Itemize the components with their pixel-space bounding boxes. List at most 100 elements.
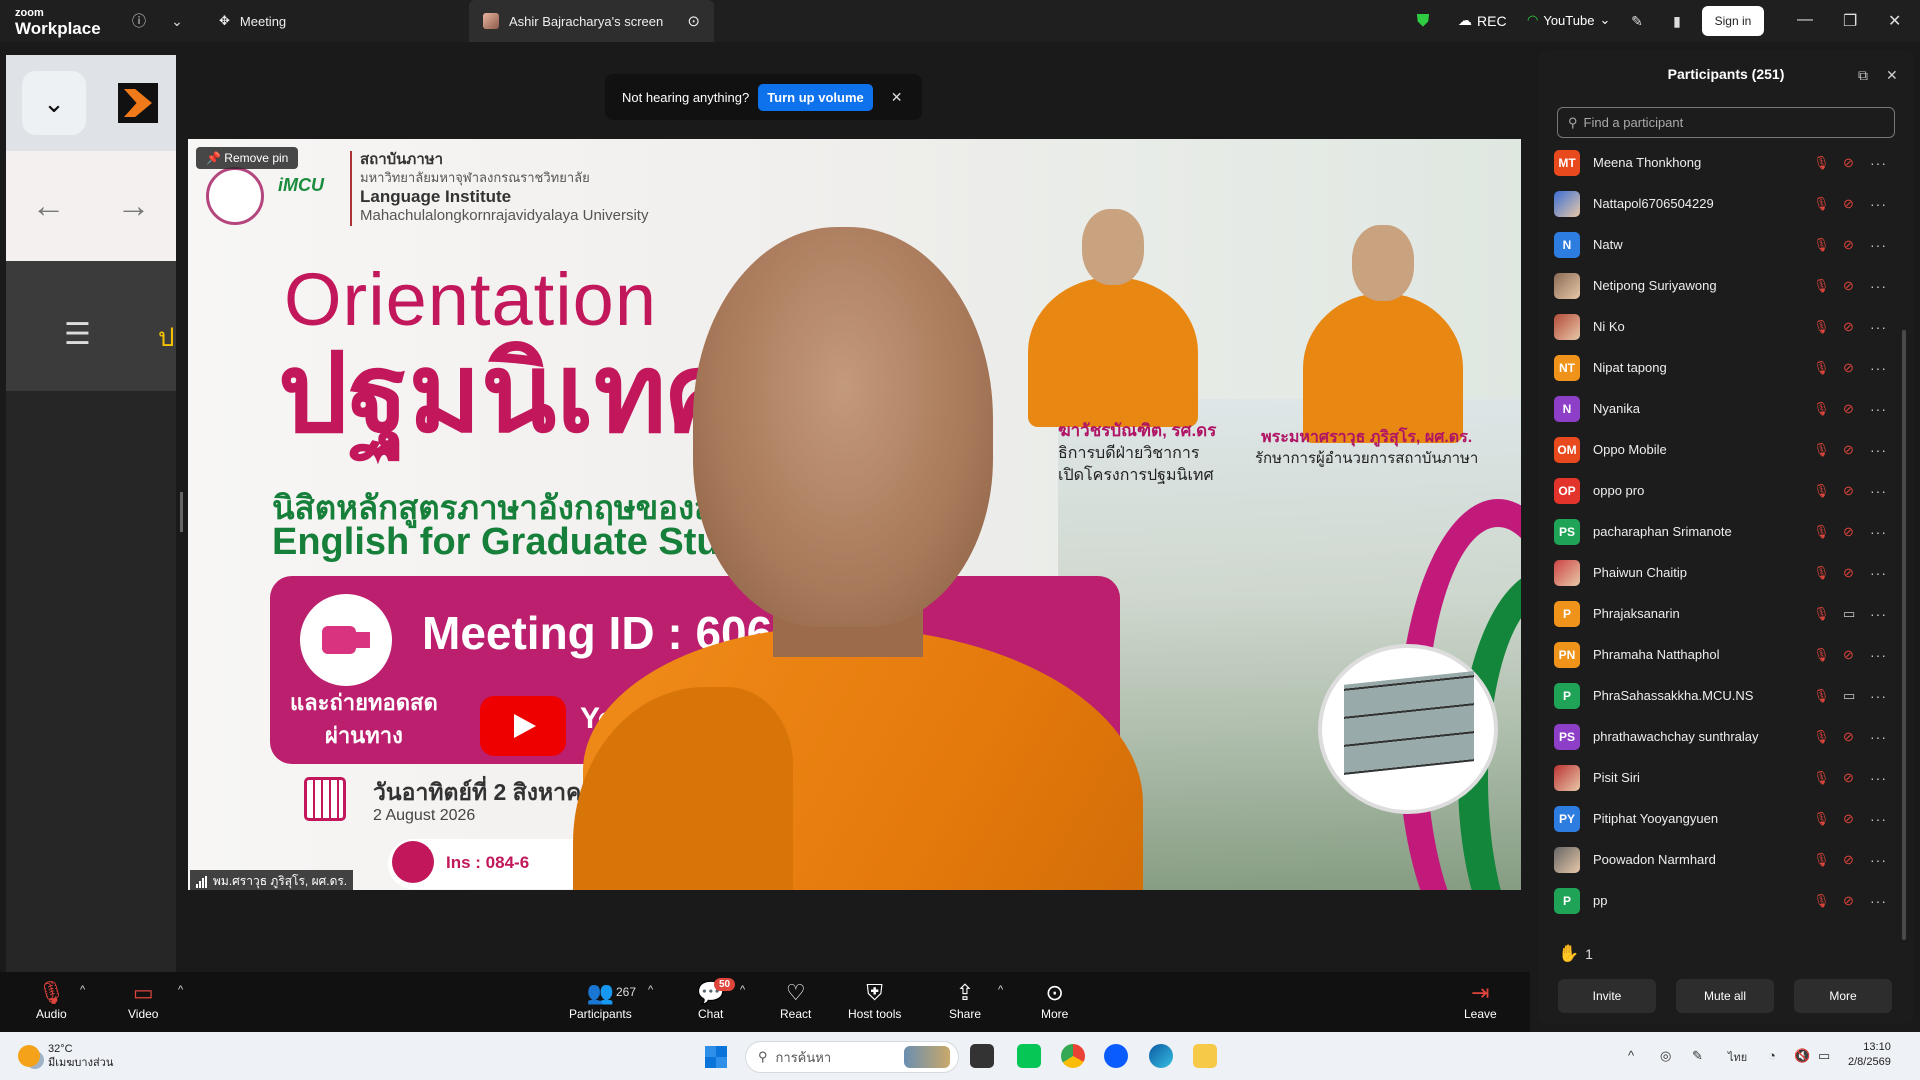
participant-more-icon[interactable]: ··· (1870, 237, 1887, 253)
forward-arrow-icon[interactable]: → (117, 187, 151, 226)
participant-row[interactable]: MT Meena Thonkhong 🎙 ⊘ ··· (1538, 142, 1898, 183)
participant-search-input[interactable]: ⚲ Find a participant (1557, 107, 1895, 138)
close-icon[interactable]: ✕ (1888, 11, 1901, 31)
remove-pin-button[interactable]: 📌 Remove pin (196, 147, 299, 169)
restore-icon[interactable]: ❐ (1843, 11, 1857, 31)
participant-more-icon[interactable]: ··· (1870, 565, 1887, 581)
participant-more-icon[interactable]: ··· (1870, 606, 1887, 622)
participant-more-icon[interactable]: ··· (1870, 688, 1887, 704)
video-button[interactable]: ▭ Video (128, 980, 158, 1021)
participant-row[interactable]: PY Pitiphat Yooyangyuen 🎙 ⊘ ··· (1538, 798, 1898, 839)
participant-row[interactable]: Pisit Siri 🎙 ⊘ ··· (1538, 757, 1898, 798)
sign-in-button[interactable]: Sign in (1702, 6, 1764, 36)
participant-more-icon[interactable]: ··· (1870, 278, 1887, 294)
close-icon[interactable]: ✕ (891, 89, 903, 106)
participant-row[interactable]: PS pacharaphan Srimanote 🎙 ⊘ ··· (1538, 511, 1898, 552)
apps-icon[interactable]: ▮ (1666, 10, 1688, 32)
battery-icon[interactable]: ▭ (1818, 1048, 1830, 1064)
more-options-icon[interactable]: ⊙ (687, 12, 700, 30)
participant-row[interactable]: PN Phramaha Natthaphol 🎙 ⊘ ··· (1538, 634, 1898, 675)
chevron-down-icon[interactable]: ⌄ (166, 10, 188, 32)
hamburger-icon[interactable]: ☰ (64, 317, 91, 352)
react-button[interactable]: ♡ React (780, 980, 811, 1021)
phone-icon (392, 841, 434, 883)
system-clock[interactable]: 13:10 2/8/2569 (1848, 1040, 1891, 1071)
task-view-icon[interactable] (970, 1044, 994, 1068)
participant-more-icon[interactable]: ··· (1870, 852, 1887, 868)
participant-more-icon[interactable]: ··· (1870, 524, 1887, 540)
react-label: React (780, 1007, 812, 1021)
participant-row[interactable]: Phaiwun Chaitip 🎙 ⊘ ··· (1538, 552, 1898, 593)
invite-button[interactable]: Invite (1558, 979, 1656, 1013)
host-tools-button[interactable]: ⛨ Host tools (848, 980, 901, 1021)
shared-screen[interactable]: 📌 Remove pin iMCU สถาบันภาษา มหาวิทยาลัย… (188, 139, 1521, 890)
volume-muted-icon[interactable]: 🔇 (1794, 1048, 1810, 1064)
leave-button[interactable]: ⇥ Leave (1464, 980, 1497, 1021)
edge-icon[interactable] (1149, 1044, 1173, 1068)
participant-more-icon[interactable]: ··· (1870, 401, 1887, 417)
participant-row[interactable]: N Nyanika 🎙 ⊘ ··· (1538, 388, 1898, 429)
taskbar-search-input[interactable]: ⚲ การค้นหา (745, 1041, 959, 1073)
youtube-live-indicator[interactable]: ◠ YouTube ⌄ (1527, 12, 1610, 28)
participant-more-icon[interactable]: ··· (1870, 155, 1887, 171)
turn-up-volume-button[interactable]: Turn up volume (758, 83, 873, 111)
chevron-up-icon[interactable]: ^ (648, 984, 653, 996)
more-button[interactable]: More (1794, 979, 1892, 1013)
participant-row[interactable]: NT Nipat tapong 🎙 ⊘ ··· (1538, 347, 1898, 388)
wifi-icon[interactable]: ◔ (1768, 1048, 1776, 1063)
participant-row[interactable]: Ppp 🎙 ⊘ ··· (1538, 880, 1898, 921)
participant-more-icon[interactable]: ··· (1870, 647, 1887, 663)
pen-tray-icon[interactable]: ✎ (1692, 1048, 1703, 1064)
participant-row[interactable]: Netipong Suriyawong 🎙 ⊘ ··· (1538, 265, 1898, 306)
annotate-icon[interactable]: ✎ (1626, 10, 1648, 32)
participant-more-icon[interactable]: ··· (1870, 442, 1887, 458)
participant-more-icon[interactable]: ··· (1870, 196, 1887, 212)
share-button[interactable]: ⇪ Share (949, 980, 981, 1021)
language-indicator[interactable]: ไทย (1728, 1048, 1747, 1066)
close-icon[interactable]: ✕ (1886, 67, 1898, 84)
participant-row[interactable]: Poowadon Narmhard 🎙 ⊘ ··· (1538, 839, 1898, 880)
pop-out-icon[interactable]: ⧉ (1858, 67, 1868, 84)
participant-row[interactable]: P Phrajaksanarin 🎙 ▭ ··· (1538, 593, 1898, 634)
participant-row[interactable]: OP oppo pro 🎙 ⊘ ··· (1538, 470, 1898, 511)
participant-row[interactable]: Ni Ko 🎙 ⊘ ··· (1538, 306, 1898, 347)
participant-more-icon[interactable]: ··· (1870, 770, 1887, 786)
weather-widget[interactable]: 32°C มีเมฆบางส่วน (18, 1042, 113, 1071)
chrome-icon[interactable] (1061, 1044, 1085, 1068)
chevron-up-icon[interactable]: ^ (1628, 1048, 1634, 1063)
participant-more-icon[interactable]: ··· (1870, 483, 1887, 499)
file-explorer-icon[interactable] (1193, 1044, 1217, 1068)
back-arrow-icon[interactable]: ← (32, 187, 66, 226)
participant-more-icon[interactable]: ··· (1870, 319, 1887, 335)
tab-shared-screen[interactable]: Ashir Bajracharya's screen ⊙ (469, 0, 714, 42)
participant-row[interactable]: P PhraSahassakkha.MCU.NS 🎙 ▭ ··· (1538, 675, 1898, 716)
info-icon[interactable]: ⓘ (128, 10, 150, 32)
participant-more-icon[interactable]: ··· (1870, 729, 1887, 745)
participant-row[interactable]: OM Oppo Mobile 🎙 ⊘ ··· (1538, 429, 1898, 470)
participant-row[interactable]: PS phrathawachchay sunthralay 🎙 ⊘ ··· (1538, 716, 1898, 757)
chevron-down-icon[interactable]: ⌄ (22, 71, 86, 135)
scrollbar[interactable] (1902, 330, 1906, 940)
security-shield-icon[interactable]: ⛊ (1412, 10, 1434, 32)
start-icon[interactable] (705, 1046, 727, 1068)
participant-more-icon[interactable]: ··· (1870, 893, 1887, 909)
chevron-up-icon[interactable]: ^ (998, 984, 1003, 996)
participant-row[interactable]: Nattapol6706504229 🎙 ⊘ ··· (1538, 183, 1898, 224)
chevron-up-icon[interactable]: ^ (80, 984, 85, 996)
recording-indicator[interactable]: ☁ REC (1458, 12, 1507, 29)
participant-row[interactable]: N Natw 🎙 ⊘ ··· (1538, 224, 1898, 265)
chevron-up-icon[interactable]: ^ (740, 984, 745, 996)
participant-more-icon[interactable]: ··· (1870, 360, 1887, 376)
raised-hands-count[interactable]: ✋ 1 (1558, 944, 1593, 964)
participant-more-icon[interactable]: ··· (1870, 811, 1887, 827)
tray-app-icon[interactable]: ◎ (1660, 1048, 1671, 1064)
tab-meeting[interactable]: ✥ Meeting (205, 0, 300, 42)
resize-handle[interactable] (180, 492, 183, 532)
zoom-app-icon[interactable] (1104, 1044, 1128, 1068)
audio-button[interactable]: 🎙 Audio (36, 980, 67, 1021)
minimize-icon[interactable]: — (1797, 11, 1813, 29)
mute-all-button[interactable]: Mute all (1676, 979, 1774, 1013)
line-app-icon[interactable] (1017, 1044, 1041, 1068)
more-button[interactable]: ⊙ More (1041, 980, 1068, 1021)
chevron-up-icon[interactable]: ^ (178, 984, 183, 996)
